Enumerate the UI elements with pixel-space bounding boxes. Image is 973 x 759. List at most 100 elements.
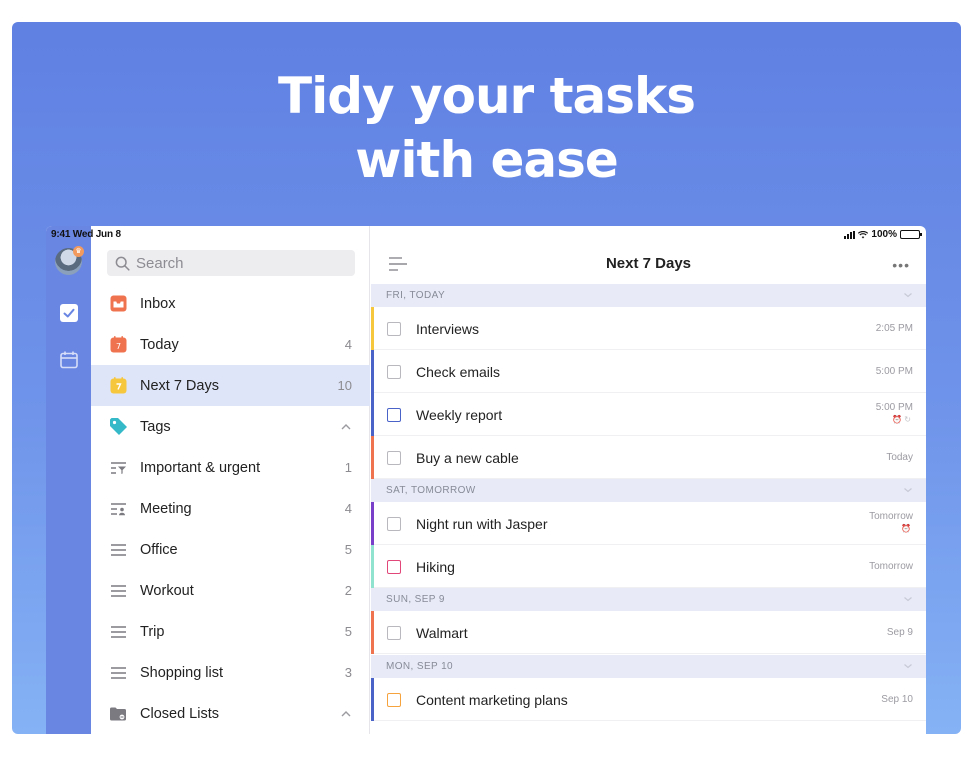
promo-banner: Tidy your tasks with ease 9:41 Wed Jun 8…: [12, 22, 961, 734]
task-checkbox[interactable]: [387, 322, 401, 336]
chevron-down-icon[interactable]: [903, 594, 913, 604]
sidebar-item-count: 4: [344, 501, 352, 516]
sidebar-item-count: 2: [344, 583, 352, 598]
task-row[interactable]: Weekly report 5:00 PM ⏰↻: [371, 393, 926, 436]
checkbox-icon[interactable]: [59, 303, 79, 323]
sidebar: Search Inbox 7 Today 4 Next 7 Days 10 Ta…: [91, 226, 370, 734]
sidebar-item-label: Tags: [140, 418, 171, 435]
sidebar-item-inbox[interactable]: Inbox: [91, 283, 370, 324]
search-icon: [115, 256, 130, 271]
reminder-icon: ⏰: [901, 524, 913, 533]
reminder-repeat-icon: ⏰↻: [892, 415, 913, 424]
task-title: Interviews: [416, 321, 480, 337]
chevron-up-icon[interactable]: [340, 421, 352, 433]
top-bar: Next 7 Days •••: [371, 244, 926, 284]
task-row[interactable]: Walmart Sep 9: [371, 611, 926, 654]
task-checkbox[interactable]: [387, 693, 401, 707]
task-title: Night run with Jasper: [416, 516, 548, 532]
svg-text:7: 7: [115, 342, 120, 351]
task-due: 2:05 PM: [875, 323, 913, 334]
ipad-screen: 9:41 Wed Jun 8 100% ♛ Search Inbox 7 Tod…: [46, 226, 926, 734]
sidebar-item-closed-lists[interactable]: Closed Lists: [91, 693, 370, 734]
task-meta: 5:00 PM ⏰↻: [876, 402, 913, 426]
calendar-today-icon: 7: [108, 335, 128, 355]
priority-bar: [371, 393, 374, 436]
sidebar-item-meeting[interactable]: Meeting 4: [91, 488, 370, 529]
sidebar-item-tags[interactable]: Tags: [91, 406, 370, 447]
priority-bar: [371, 611, 374, 654]
list-icon: [108, 622, 128, 642]
task-row[interactable]: Buy a new cable Today: [371, 436, 926, 479]
sidebar-item-important-urgent[interactable]: Important & urgent 1: [91, 447, 370, 488]
search-placeholder: Search: [136, 254, 184, 272]
sidebar-item-office[interactable]: Office 5: [91, 529, 370, 570]
sidebar-item-shopping-list[interactable]: Shopping list 3: [91, 652, 370, 693]
section-header[interactable]: FRI, TODAY: [371, 284, 926, 307]
section-label: FRI, TODAY: [386, 290, 446, 301]
task-due: Sep 9: [886, 627, 913, 638]
inbox-icon: [108, 294, 128, 314]
archive-folder-icon: [108, 704, 128, 724]
status-indicators: 100%: [844, 229, 922, 240]
chevron-up-icon[interactable]: [340, 708, 352, 720]
task-checkbox[interactable]: [387, 408, 401, 422]
priority-bar: [371, 502, 374, 545]
sidebar-item-today[interactable]: 7 Today 4: [91, 324, 370, 365]
tag-icon: [108, 417, 128, 437]
sidebar-item-workout[interactable]: Workout 2: [91, 570, 370, 611]
task-checkbox[interactable]: [387, 365, 401, 379]
sidebar-item-label: Important & urgent: [140, 459, 261, 476]
filter-icon: [108, 458, 128, 478]
more-options-icon[interactable]: •••: [892, 257, 910, 273]
sidebar-item-label: Today: [140, 336, 179, 353]
chevron-down-icon[interactable]: [903, 661, 913, 671]
task-title: Weekly report: [416, 407, 503, 423]
sidebar-item-label: Next 7 Days: [140, 377, 219, 394]
task-row[interactable]: Check emails 5:00 PM: [371, 350, 926, 393]
task-title: Check emails: [416, 364, 501, 380]
calendar-icon[interactable]: [59, 350, 79, 370]
task-title: Walmart: [416, 625, 468, 641]
chevron-down-icon[interactable]: [903, 290, 913, 300]
headline-line-1: Tidy your tasks: [277, 67, 696, 125]
headline: Tidy your tasks with ease: [12, 64, 961, 192]
task-due: 5:00 PM: [875, 366, 913, 377]
status-time: 9:41 Wed Jun 8: [51, 229, 121, 240]
sidebar-item-count: 5: [344, 624, 352, 639]
list-icon: [108, 581, 128, 601]
sidebar-item-count: 10: [337, 378, 352, 393]
task-checkbox[interactable]: [387, 560, 401, 574]
task-meta: Tomorrow ⏰: [869, 511, 913, 535]
search-input[interactable]: Search: [107, 250, 355, 276]
sidebar-item-label: Workout: [140, 582, 194, 599]
task-row[interactable]: Content marketing plans Sep 10: [371, 678, 926, 721]
task-due: 5:00 PM: [875, 402, 913, 413]
task-due: Tomorrow: [869, 561, 913, 572]
status-bar: 9:41 Wed Jun 8 100%: [46, 226, 926, 244]
task-checkbox[interactable]: [387, 517, 401, 531]
people-list-icon: [108, 499, 128, 519]
section-header[interactable]: MON, SEP 10: [371, 655, 926, 678]
sidebar-item-trip[interactable]: Trip 5: [91, 611, 370, 652]
page-title: Next 7 Days: [605, 255, 692, 272]
task-row[interactable]: Interviews 2:05 PM: [371, 307, 926, 350]
priority-bar: [371, 350, 374, 393]
section-header[interactable]: SUN, SEP 9: [371, 588, 926, 611]
priority-bar: [371, 436, 374, 479]
task-due: Sep 10: [881, 694, 913, 705]
sidebar-item-label: Office: [140, 541, 178, 558]
section-label: MON, SEP 10: [386, 661, 454, 672]
section-header[interactable]: SAT, TOMORROW: [371, 479, 926, 502]
sidebar-item-next-7-days[interactable]: Next 7 Days 10: [91, 365, 370, 406]
task-checkbox[interactable]: [387, 451, 401, 465]
sidebar-item-label: Closed Lists: [140, 705, 219, 722]
chevron-down-icon[interactable]: [903, 485, 913, 495]
task-row[interactable]: Hiking Tomorrow: [371, 545, 926, 588]
nav-rail: ♛: [46, 226, 91, 734]
task-checkbox[interactable]: [387, 626, 401, 640]
task-row[interactable]: Night run with Jasper Tomorrow ⏰: [371, 502, 926, 545]
section-label: SAT, TOMORROW: [386, 485, 476, 496]
sidebar-item-label: Shopping list: [140, 664, 224, 681]
cellular-signal-icon: [844, 230, 856, 239]
list-icon: [108, 540, 128, 560]
